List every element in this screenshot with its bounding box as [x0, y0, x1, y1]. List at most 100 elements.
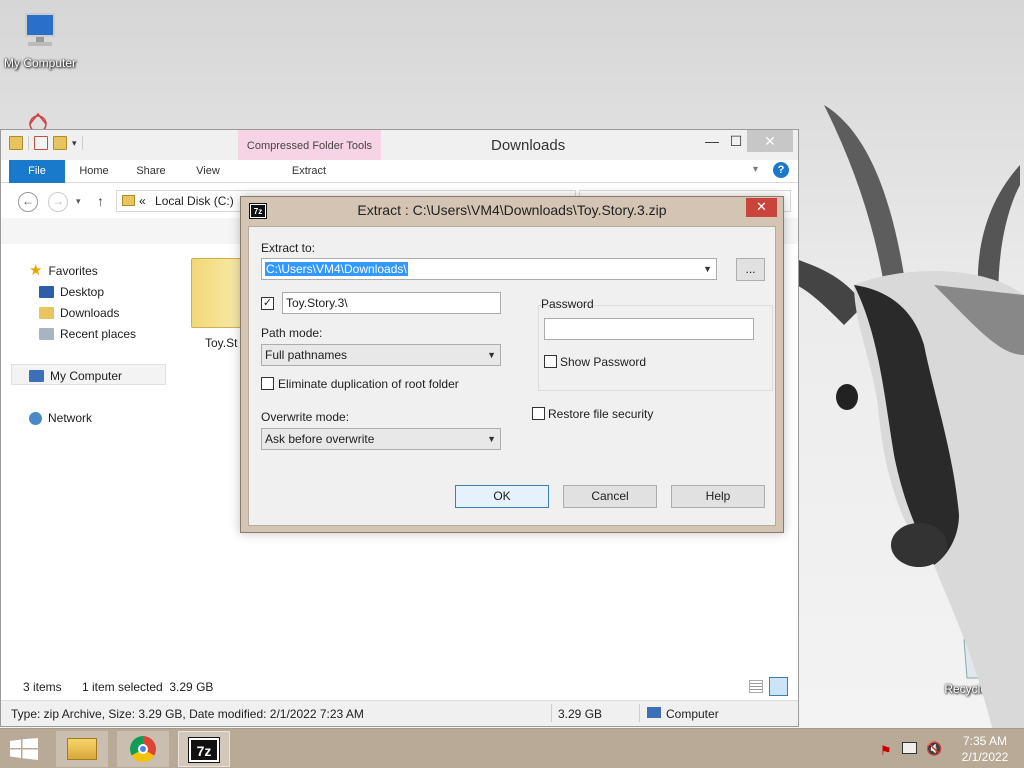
folder-icon[interactable]	[9, 136, 23, 150]
status-bar: 3 items 1 item selected 3.29 GB	[1, 676, 798, 698]
up-button[interactable]: ↑	[97, 193, 104, 209]
context-tab-group-label: Compressed Folder Tools	[238, 130, 381, 160]
nav-network[interactable]: Network	[29, 411, 92, 425]
dialog-close-button[interactable]: ✕	[746, 198, 777, 217]
computer-icon	[647, 707, 661, 718]
network-icon[interactable]	[902, 742, 917, 754]
extract-to-value: C:\Users\VM4\Downloads\	[265, 262, 408, 276]
computer-icon	[18, 10, 62, 54]
desktop-icon-my-computer[interactable]: My Computer	[0, 10, 80, 70]
start-button[interactable]	[10, 738, 38, 760]
password-label: Password	[541, 297, 594, 311]
eliminate-duplication-checkbox[interactable]	[261, 377, 274, 390]
path-mode-select[interactable]: Full pathnames ▼	[261, 344, 501, 366]
overwrite-mode-label: Overwrite mode:	[261, 410, 350, 424]
browse-button[interactable]: ...	[736, 258, 765, 281]
chevron-down-icon[interactable]: ▼	[487, 429, 496, 449]
breadcrumb-item[interactable]: Local Disk (C:)	[155, 194, 234, 208]
chevron-down-icon[interactable]: ▼	[487, 345, 496, 365]
dialog-body: Extract to: C:\Users\VM4\Downloads\ ▼ ..…	[248, 226, 776, 526]
chevron-down-icon[interactable]: ▼	[703, 259, 712, 279]
forward-button[interactable]: →	[48, 192, 68, 212]
recent-places-icon	[39, 328, 54, 340]
file-type-info: Type: zip Archive, Size: 3.29 GB, Date m…	[11, 707, 364, 721]
taskbar-file-explorer[interactable]	[56, 731, 108, 767]
path-mode-label: Path mode:	[261, 326, 323, 340]
divider	[551, 704, 552, 722]
dialog-titlebar: 7z Extract : C:\Users\VM4\Downloads\Toy.…	[241, 197, 783, 225]
desktop-icon	[39, 286, 54, 298]
chrome-icon	[130, 736, 156, 762]
extract-to-combo[interactable]: C:\Users\VM4\Downloads\ ▼	[261, 258, 717, 280]
path-mode-value: Full pathnames	[265, 348, 348, 362]
selection-info: 1 item selected 3.29 GB	[82, 680, 214, 694]
chevron-down-icon[interactable]: ▾	[72, 138, 77, 149]
show-password-label[interactable]: Show Password	[560, 355, 646, 369]
properties-icon[interactable]	[34, 136, 48, 150]
extract-to-label: Extract to:	[261, 241, 316, 255]
eliminate-duplication-label[interactable]: Eliminate duplication of root folder	[278, 377, 459, 391]
recent-locations-button[interactable]: ▾	[76, 196, 81, 207]
subfolder-input[interactable]: Toy.Story.3\	[282, 292, 501, 314]
nav-label: Favorites	[48, 264, 98, 278]
new-folder-icon[interactable]	[53, 136, 67, 150]
nav-label: Desktop	[60, 285, 105, 299]
divider	[81, 136, 83, 150]
navigation-pane: ★ Favorites Desktop Downloads Recent pla…	[1, 244, 171, 684]
cancel-button[interactable]: Cancel	[563, 485, 657, 508]
nav-recent-places[interactable]: Recent places	[39, 327, 136, 341]
zip-folder-icon	[191, 258, 241, 328]
tab-home[interactable]: Home	[71, 160, 117, 183]
7zip-icon: 7z	[188, 737, 220, 763]
overwrite-mode-select[interactable]: Ask before overwrite ▼	[261, 428, 501, 450]
nav-desktop[interactable]: Desktop	[39, 285, 104, 299]
item-count: 3 items	[23, 680, 62, 694]
tab-file[interactable]: File	[9, 160, 65, 183]
details-view-button[interactable]	[749, 680, 763, 693]
network-icon	[29, 411, 42, 425]
help-button[interactable]: Help	[671, 485, 765, 508]
folder-icon	[122, 195, 135, 206]
large-icons-view-button[interactable]	[769, 677, 788, 696]
details-bar: Type: zip Archive, Size: 3.29 GB, Date m…	[1, 700, 798, 726]
nav-label: Downloads	[60, 306, 120, 320]
tab-share[interactable]: Share	[127, 160, 175, 183]
nav-label: My Computer	[50, 369, 123, 383]
window-title: Downloads	[491, 137, 566, 154]
show-password-checkbox[interactable]	[544, 355, 557, 368]
nav-label: Network	[48, 411, 93, 425]
location-label: Computer	[666, 707, 719, 721]
divider	[28, 136, 29, 150]
password-input[interactable]	[544, 318, 754, 340]
file-explorer-icon	[67, 738, 97, 760]
goat-wallpaper-image	[784, 95, 1024, 735]
tab-extract[interactable]: Extract	[261, 160, 357, 183]
nav-label: Recent places	[60, 327, 137, 341]
nav-favorites[interactable]: ★ Favorites	[29, 262, 98, 279]
ribbon-tabs: File Home Share View Extract ▾ ?	[1, 160, 798, 183]
nav-downloads[interactable]: Downloads	[39, 306, 119, 320]
clock[interactable]: 7:35 AM 2/1/2022	[952, 733, 1018, 765]
clock-time: 7:35 AM	[962, 734, 1008, 748]
tab-view[interactable]: View	[185, 160, 231, 183]
subfolder-checkbox[interactable]: ✓	[261, 297, 274, 310]
desktop-icon-label: My Computer	[3, 56, 77, 70]
taskbar-7zip[interactable]: 7z	[178, 731, 230, 767]
dialog-title: Extract : C:\Users\VM4\Downloads\Toy.Sto…	[357, 202, 667, 218]
volume-muted-icon[interactable]: 🔇	[926, 741, 942, 757]
nav-my-computer[interactable]: My Computer	[29, 369, 122, 383]
taskbar: 7z ⚑ 🔇 7:35 AM 2/1/2022	[0, 728, 1024, 768]
restore-security-label[interactable]: Restore file security	[548, 407, 653, 421]
help-icon[interactable]: ?	[773, 162, 789, 178]
close-button[interactable]: ✕	[747, 130, 793, 152]
ok-button[interactable]: OK	[455, 485, 549, 508]
action-center-icon[interactable]: ⚑	[880, 743, 892, 759]
star-icon: ★	[29, 262, 43, 279]
computer-icon	[29, 370, 44, 382]
back-button[interactable]: ←	[18, 192, 38, 212]
taskbar-chrome[interactable]	[117, 731, 169, 767]
quick-access-toolbar: ▾	[9, 136, 83, 150]
breadcrumb-overflow[interactable]: «	[139, 194, 146, 208]
restore-security-checkbox[interactable]	[532, 407, 545, 420]
chevron-down-icon[interactable]: ▾	[753, 164, 758, 175]
